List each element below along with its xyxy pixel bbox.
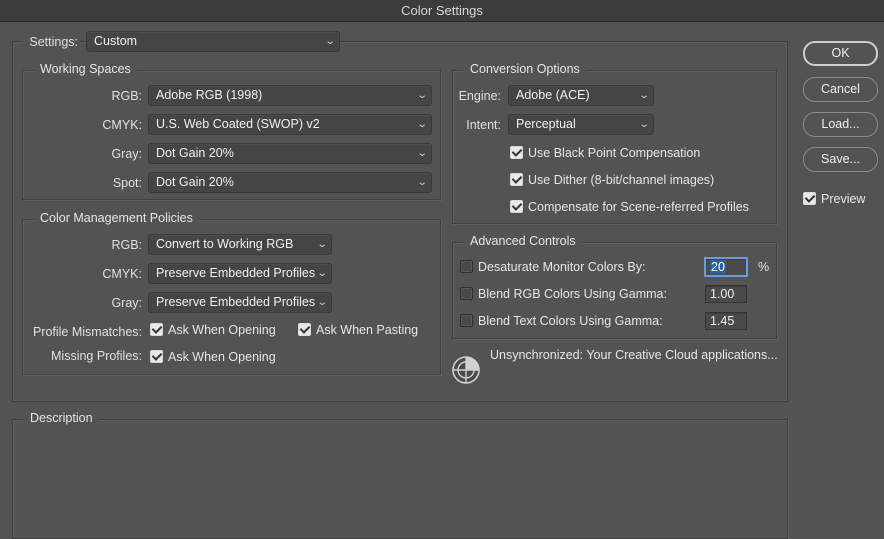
dither-checkbox[interactable]: Use Dither (8-bit/channel images) bbox=[510, 173, 714, 187]
blend-text-label: Blend Text Colors Using Gamma: bbox=[478, 314, 663, 328]
checkbox-unchecked-icon bbox=[460, 287, 473, 300]
ws-spot-select[interactable]: Dot Gain 20% ⌄ bbox=[148, 172, 432, 193]
desaturate-label: Desaturate Monitor Colors By: bbox=[478, 260, 646, 274]
preview-label: Preview bbox=[821, 192, 866, 206]
description-legend: Description bbox=[24, 411, 99, 425]
blend-text-value: 1.45 bbox=[710, 314, 735, 328]
mismatch-paste-checkbox[interactable]: Ask When Pasting bbox=[298, 323, 418, 337]
missing-open-checkbox[interactable]: Ask When Opening bbox=[150, 350, 276, 364]
save-button[interactable]: Save... bbox=[803, 147, 878, 172]
ok-button[interactable]: OK bbox=[803, 41, 878, 66]
desaturate-unit: % bbox=[758, 260, 770, 274]
ws-spot-value: Dot Gain 20% bbox=[156, 175, 234, 189]
policy-cmyk-label: CMYK: bbox=[102, 267, 142, 281]
ws-rgb-label: RGB: bbox=[111, 89, 142, 103]
missing-open-label: Ask When Opening bbox=[168, 350, 276, 364]
ws-rgb-select[interactable]: Adobe RGB (1998) ⌄ bbox=[148, 85, 432, 106]
conversion-legend: Conversion Options bbox=[464, 62, 586, 76]
scene-referred-label: Compensate for Scene-referred Profiles bbox=[528, 200, 749, 214]
chevron-down-icon: ⌄ bbox=[324, 36, 336, 47]
policy-rgb-label: RGB: bbox=[111, 238, 142, 252]
chevron-down-icon: ⌄ bbox=[638, 90, 650, 101]
chevron-down-icon: ⌄ bbox=[316, 268, 328, 279]
chevron-down-icon: ⌄ bbox=[638, 119, 650, 130]
ws-cmyk-select[interactable]: U.S. Web Coated (SWOP) v2 ⌄ bbox=[148, 114, 432, 135]
load-button[interactable]: Load... bbox=[803, 112, 878, 137]
ws-gray-label: Gray: bbox=[111, 147, 142, 161]
chevron-down-icon: ⌄ bbox=[416, 148, 428, 159]
policy-gray-label: Gray: bbox=[111, 296, 142, 310]
chevron-down-icon: ⌄ bbox=[316, 239, 328, 250]
desaturate-value: 20 bbox=[710, 260, 726, 274]
chevron-down-icon: ⌄ bbox=[416, 177, 428, 188]
blend-text-input[interactable]: 1.45 bbox=[705, 312, 747, 330]
ws-gray-select[interactable]: Dot Gain 20% ⌄ bbox=[148, 143, 432, 164]
scene-referred-checkbox[interactable]: Compensate for Scene-referred Profiles bbox=[510, 200, 749, 214]
black-point-checkbox[interactable]: Use Black Point Compensation bbox=[510, 146, 700, 160]
mismatch-open-label: Ask When Opening bbox=[168, 323, 276, 337]
blend-rgb-input[interactable]: 1.00 bbox=[705, 285, 747, 303]
black-point-label: Use Black Point Compensation bbox=[528, 146, 701, 160]
settings-label: Settings: bbox=[22, 34, 80, 50]
advanced-legend: Advanced Controls bbox=[464, 234, 582, 248]
missing-profiles-label: Missing Profiles: bbox=[51, 349, 142, 363]
blend-rgb-label: Blend RGB Colors Using Gamma: bbox=[478, 287, 667, 301]
policies-legend: Color Management Policies bbox=[34, 211, 199, 225]
chevron-down-icon: ⌄ bbox=[316, 297, 328, 308]
ws-gray-value: Dot Gain 20% bbox=[156, 146, 234, 160]
checkbox-unchecked-icon bbox=[460, 260, 473, 273]
engine-value: Adobe (ACE) bbox=[516, 88, 590, 102]
cancel-button[interactable]: Cancel bbox=[803, 77, 878, 102]
intent-label: Intent: bbox=[466, 118, 501, 132]
mismatch-paste-label: Ask When Pasting bbox=[316, 323, 419, 337]
intent-value: Perceptual bbox=[516, 117, 576, 131]
desaturate-checkbox[interactable]: Desaturate Monitor Colors By: bbox=[460, 260, 645, 274]
policy-cmyk-select[interactable]: Preserve Embedded Profiles ⌄ bbox=[148, 263, 332, 284]
checkbox-checked-icon bbox=[150, 323, 163, 336]
dither-label: Use Dither (8-bit/channel images) bbox=[528, 173, 715, 187]
sync-status-icon bbox=[450, 354, 482, 386]
checkbox-checked-icon bbox=[803, 192, 816, 205]
ws-cmyk-value: U.S. Web Coated (SWOP) v2 bbox=[156, 117, 320, 131]
policy-rgb-select[interactable]: Convert to Working RGB ⌄ bbox=[148, 234, 332, 255]
checkbox-checked-icon bbox=[510, 173, 523, 186]
settings-select[interactable]: Custom ⌄ bbox=[86, 31, 340, 52]
preview-checkbox[interactable]: Preview bbox=[803, 192, 865, 206]
ws-rgb-value: Adobe RGB (1998) bbox=[156, 88, 263, 102]
ws-spot-label: Spot: bbox=[112, 176, 142, 190]
blend-text-checkbox[interactable]: Blend Text Colors Using Gamma: bbox=[460, 314, 663, 328]
working-spaces-legend: Working Spaces bbox=[34, 62, 137, 76]
checkbox-checked-icon bbox=[150, 350, 163, 363]
description-group bbox=[12, 419, 788, 539]
engine-label: Engine: bbox=[458, 89, 501, 103]
policy-gray-select[interactable]: Preserve Embedded Profiles ⌄ bbox=[148, 292, 332, 313]
policy-rgb-value: Convert to Working RGB bbox=[156, 237, 294, 251]
ws-cmyk-label: CMYK: bbox=[102, 118, 142, 132]
checkbox-checked-icon bbox=[510, 200, 523, 213]
intent-select[interactable]: Perceptual ⌄ bbox=[508, 114, 654, 135]
mismatch-open-checkbox[interactable]: Ask When Opening bbox=[150, 323, 276, 337]
checkbox-unchecked-icon bbox=[460, 314, 473, 327]
blend-rgb-value: 1.00 bbox=[710, 287, 735, 301]
policy-gray-value: Preserve Embedded Profiles bbox=[156, 295, 316, 309]
window-title: Color Settings bbox=[0, 0, 884, 22]
blend-rgb-checkbox[interactable]: Blend RGB Colors Using Gamma: bbox=[460, 287, 667, 301]
checkbox-checked-icon bbox=[298, 323, 311, 336]
settings-select-value: Custom bbox=[94, 34, 138, 48]
engine-select[interactable]: Adobe (ACE) ⌄ bbox=[508, 85, 654, 106]
sync-status-message: Unsynchronized: Your Creative Cloud appl… bbox=[490, 348, 778, 362]
policy-cmyk-value: Preserve Embedded Profiles bbox=[156, 266, 316, 280]
desaturate-input[interactable]: 20 bbox=[704, 257, 748, 277]
chevron-down-icon: ⌄ bbox=[416, 90, 428, 101]
chevron-down-icon: ⌄ bbox=[416, 119, 428, 130]
checkbox-checked-icon bbox=[510, 146, 523, 159]
profile-mismatches-label: Profile Mismatches: bbox=[32, 325, 142, 339]
